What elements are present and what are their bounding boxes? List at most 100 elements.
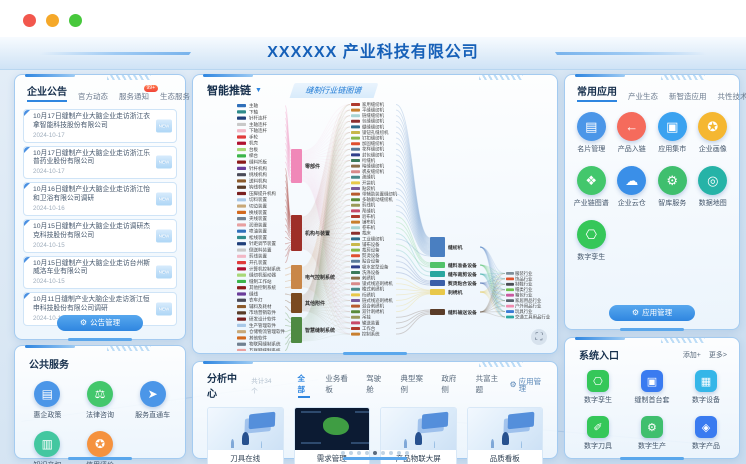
tab-典型案例[interactable]: 典型案例 (401, 373, 427, 398)
app-缝制首台套[interactable]: ▣缝制首台套 (625, 370, 679, 405)
svg-text:主轴: 主轴 (249, 102, 258, 109)
zigzag-decoration (479, 75, 523, 80)
window-zoom-button[interactable] (69, 14, 82, 27)
app-企业画像[interactable]: ✪企业画像 (693, 112, 734, 154)
announcement-item[interactable]: 10月15日缝制产业大脑企业走访调研杰克科技股份有限公司2024-10-15NE… (23, 219, 177, 253)
chain-map-tab[interactable]: 缝制行业链图谱 (290, 83, 379, 98)
page-dot-5[interactable] (373, 451, 377, 455)
page-dot-3[interactable] (357, 451, 361, 455)
app-数字孪生[interactable]: ⎔数字孪生 (571, 220, 612, 262)
new-badge: NEW (156, 266, 172, 279)
tab-共性技术[interactable]: 共性技术 (718, 91, 746, 102)
tab-新智造应用[interactable]: 新智造应用 (669, 91, 707, 102)
svg-text:缝布裁剪设备: 缝布裁剪设备 (448, 271, 477, 278)
svg-text:其他控制系统: 其他控制系统 (249, 284, 276, 291)
caret-down-icon[interactable]: ▼ (255, 87, 262, 94)
svg-text:主轴连杆: 主轴连杆 (249, 121, 267, 128)
svg-text:控制系统: 控制系统 (362, 331, 380, 338)
app-数字孪生[interactable]: ⎔数字孪生 (571, 370, 625, 405)
tab-共富主题[interactable]: 共富主题 (476, 373, 502, 398)
app-信用评价[interactable]: ✪信用评价 (74, 431, 127, 464)
tab-服务通知[interactable]: 服务通知99+ (119, 91, 149, 102)
app-名片管理[interactable]: ▤名片管理 (571, 112, 612, 154)
fullscreen-icon[interactable]: ⛶ (531, 329, 547, 345)
page-dot-8[interactable] (397, 451, 401, 455)
svg-text:缝纫机: 缝纫机 (448, 244, 463, 251)
app-知识产权[interactable]: ▥知识产权 (21, 431, 74, 464)
app-label: 应用集市 (658, 144, 686, 154)
tab-全部[interactable]: 全部 (298, 373, 311, 398)
app-数字刀具[interactable]: ✐数字刀具 (571, 416, 625, 451)
chain-title: 智能推链 (207, 82, 251, 98)
announcement-text: 10月17日缝制产业大脑企业走访浙江乐普药业股份有限公司 (33, 150, 154, 168)
new-badge: NEW (156, 193, 172, 206)
announcement-date: 2024-10-15 (33, 242, 154, 249)
svg-text:切边装置: 切边装置 (249, 202, 267, 209)
app-label: 数字生产 (638, 441, 666, 451)
svg-text:挑线机构: 挑线机构 (249, 171, 267, 178)
svg-text:物联网缝制系统: 物联网缝制系统 (249, 341, 281, 348)
analysis-card-刀具在线[interactable]: 刀具在线 (207, 407, 284, 464)
announcement-item[interactable]: 10月17日缝制产业大脑企业走访浙江衣拿智能科技股份有限公司2024-10-17… (23, 109, 177, 143)
analysis-manage-link[interactable]: ⚙ 应用管理 (509, 378, 545, 393)
add-link[interactable]: 添加+ (683, 350, 701, 360)
app-label: 数据地图 (699, 198, 727, 208)
analysis-card-品质看板[interactable]: 品质看板 (467, 407, 544, 464)
page-dot-2[interactable] (349, 451, 353, 455)
svg-text:电气控制系统: 电气控制系统 (305, 274, 335, 281)
app-数据地图[interactable]: ◎ 数据地图 (693, 166, 734, 208)
page-dot-9[interactable] (405, 451, 409, 455)
tab-驾驶舱[interactable]: 驾驶舱 (366, 373, 385, 398)
tab-官方动态[interactable]: 官方动态 (78, 91, 108, 102)
more-link[interactable]: 更多> (709, 350, 727, 360)
page-dot-1[interactable] (341, 451, 345, 455)
tab-业务看板[interactable]: 业务看板 (325, 373, 351, 398)
svg-text:缝料托板: 缝料托板 (249, 159, 267, 166)
app-服务直通车[interactable]: ➤服务直通车 (126, 381, 179, 420)
app-智库服务[interactable]: ⚙智库服务 (652, 166, 693, 208)
app-应用集市[interactable]: ▣应用集市 (652, 112, 693, 154)
tab-生态服务[interactable]: 生态服务 (160, 91, 190, 102)
chain-panel: 智能推链 ▼ 缝制行业链图谱 主轴下轴针杆连杆主轴连杆下轴连杆手轮机壳台板梯台缝… (192, 74, 558, 354)
app-label: 产品入链 (618, 144, 646, 154)
announcement-item[interactable]: 10月16日缝制产业大脑企业走访浙江怡和卫浴有限公司调研2024-10-16NE… (23, 182, 177, 216)
svg-text:梯台: 梯台 (249, 152, 258, 159)
window-minimize-button[interactable] (46, 14, 59, 27)
zigzag-decoration (107, 346, 151, 351)
svg-text:其他附件: 其他附件 (305, 300, 325, 307)
app-法律咨询[interactable]: ⚖法律咨询 (74, 381, 127, 420)
window-close-button[interactable] (23, 14, 36, 27)
map-pin-icon: ◎ (698, 166, 727, 195)
svg-text:零部件: 零部件 (305, 163, 320, 170)
app-产业链图谱[interactable]: ❖产业链图谱 (571, 166, 612, 208)
app-产品入链[interactable]: ←产品入链 (612, 112, 653, 154)
app-企业云仓[interactable]: ☁企业云仓 (612, 166, 653, 208)
svg-text:手轮: 手轮 (249, 133, 258, 140)
tab-政府侧[interactable]: 政府侧 (441, 373, 460, 398)
new-badge: NEW (156, 229, 172, 242)
svg-text:智慧缝制系统: 智慧缝制系统 (305, 327, 335, 334)
app-数字生产[interactable]: ⚙数字生产 (625, 416, 679, 451)
app-数字产品[interactable]: ◈数字产品 (679, 416, 733, 451)
app-惠企政策[interactable]: ▤惠企政策 (21, 381, 74, 420)
app-数字设备[interactable]: ▦数字设备 (679, 370, 733, 405)
analysis-card-thumbnail (468, 408, 543, 450)
svg-text:互联网缝制系统: 互联网缝制系统 (249, 347, 281, 351)
tab-常用应用[interactable]: 常用应用 (577, 83, 617, 102)
announcement-manage-button[interactable]: ⚙ 公告管理 (57, 315, 143, 331)
apps-manage-button[interactable]: ⚙ 应用管理 (609, 305, 695, 321)
page-dot-4[interactable] (365, 451, 369, 455)
analysis-card-产品物联大屏[interactable]: 产品物联大屏 (380, 407, 457, 464)
announcement-item[interactable]: 10月15日缝制产业大脑企业走访台州斯威洛车业有限公司2024-10-15NEW (23, 256, 177, 290)
announcement-item[interactable]: 10月17日缝制产业大脑企业走访浙江乐普药业股份有限公司2024-10-17NE… (23, 146, 177, 180)
analysis-card-需求管理[interactable]: 需求管理 (294, 407, 371, 464)
announcement-date: 2024-10-17 (33, 132, 154, 139)
svg-text:切料装置: 切料装置 (249, 196, 267, 203)
svg-text:刺绣机: 刺绣机 (447, 289, 463, 296)
tab-企业公告[interactable]: 企业公告 (27, 83, 67, 102)
page-dot-6[interactable] (381, 451, 385, 455)
tab-产业生态[interactable]: 产业生态 (628, 91, 658, 102)
card-icon: ▤ (577, 112, 606, 141)
page-dot-7[interactable] (389, 451, 393, 455)
zigzag-decoration (107, 75, 151, 80)
